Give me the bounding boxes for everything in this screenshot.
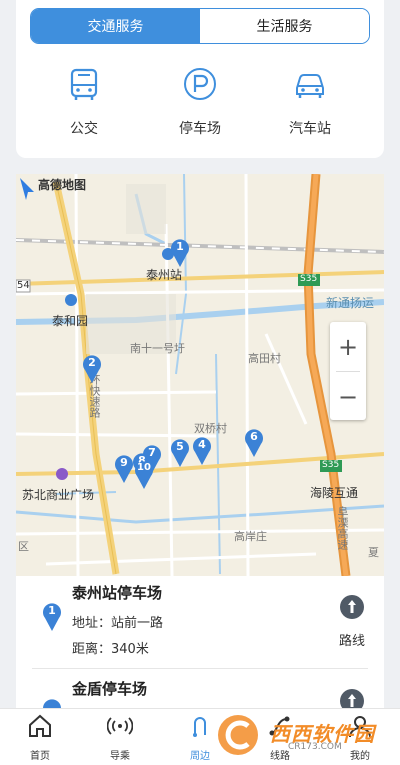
result-address: 地址：站前一路	[72, 616, 164, 631]
map-provider: 高德地图	[38, 178, 87, 192]
zoom-out-button[interactable]: −	[330, 372, 366, 421]
map-label-xintong: 新通扬运	[326, 296, 375, 310]
tab-life-service[interactable]: 生活服务	[200, 9, 369, 43]
route-button[interactable]: 路线	[330, 594, 374, 649]
map-label-taizhou-station: 泰州站	[146, 268, 183, 282]
result-distance: 距离：340米	[72, 642, 149, 657]
zoom-control: + −	[330, 322, 366, 420]
service-card: 交通服务 生活服务 公交 停车场 汽车站	[16, 0, 384, 158]
bus-icon	[70, 68, 98, 100]
map-pin[interactable]: 2	[82, 354, 102, 384]
result-pin-number: 1	[48, 604, 56, 617]
map-view[interactable]: 高德地图 泰州站 泰和园 南十一号圩 高田村 双桥村 苏北商业广场 海陵互通 高…	[16, 174, 384, 576]
bus-label: 公交	[70, 121, 98, 137]
service-switch: 交通服务 生活服务	[30, 8, 370, 44]
tab-home[interactable]: 首页	[10, 713, 70, 762]
parking-service-button[interactable]: 停车场	[155, 64, 245, 138]
bus-service-button[interactable]: 公交	[39, 64, 129, 138]
watermark-url: CR173.COM	[288, 742, 342, 752]
tab-guide-label: 导乘	[110, 751, 130, 762]
tab-guide[interactable]: 导乘	[90, 713, 150, 762]
map-pin[interactable]: 4	[192, 436, 212, 466]
map-label-fu: 阜溧高速	[336, 506, 349, 550]
list-item[interactable]: 金盾停车场 路线	[16, 672, 384, 708]
map-label-shuangqiao: 双桥村	[194, 422, 227, 435]
home-icon	[29, 714, 51, 737]
map-label-hailing: 海陵互通	[310, 486, 359, 500]
map-canvas	[16, 174, 384, 576]
parking-results: 1 泰州站停车场 地址：站前一路 距离：340米 路线 金盾停车场 路线	[16, 576, 384, 708]
bus-station-service-button[interactable]: 汽车站	[265, 64, 355, 138]
map-pin[interactable]: 9	[114, 454, 134, 484]
map-label-road-54: 54	[17, 280, 30, 291]
parking-label: 停车场	[179, 121, 221, 137]
route-arrow-icon	[340, 689, 364, 708]
watermark-logo-icon	[218, 715, 258, 755]
map-label-nan-shiyi: 南十一号圩	[130, 342, 185, 355]
map-label-gaotian: 高田村	[248, 352, 281, 365]
result-name: 泰州站停车场	[72, 584, 163, 602]
car-icon	[296, 74, 324, 98]
tab-traffic-service[interactable]: 交通服务	[31, 9, 200, 43]
map-pin[interactable]: 6	[244, 428, 264, 458]
map-pin[interactable]: 10	[134, 460, 154, 490]
zoom-in-button[interactable]: +	[330, 322, 366, 371]
map-shield-s35-top: S35	[300, 274, 318, 284]
signal-icon	[106, 717, 134, 735]
map-label-gaoan: 高岸庄	[234, 530, 267, 543]
list-divider	[32, 668, 368, 669]
route-label: 路线	[338, 634, 365, 649]
map-label-subei: 苏北商业广场	[22, 488, 95, 502]
route-button[interactable]: 路线	[330, 688, 374, 708]
map-label-taihe-yuan: 泰和园	[52, 314, 89, 328]
map-label-xia: 夏	[368, 546, 379, 559]
watermark: 西西软件园 CR173.COM	[210, 712, 390, 758]
parking-icon	[184, 68, 216, 100]
map-pin[interactable]: 1	[170, 238, 190, 268]
list-item[interactable]: 1 泰州站停车场 地址：站前一路 距离：340米 路线	[16, 576, 384, 669]
result-name: 金盾停车场	[72, 680, 148, 698]
route-arrow-icon	[340, 595, 364, 619]
location-pin-icon	[43, 699, 61, 708]
tab-home-label: 首页	[30, 751, 50, 762]
map-shield-s35-bottom: S35	[322, 460, 340, 470]
map-label-qu: 区	[18, 540, 29, 553]
bus-station-label: 汽车站	[289, 121, 331, 137]
map-pin[interactable]: 5	[170, 438, 190, 468]
